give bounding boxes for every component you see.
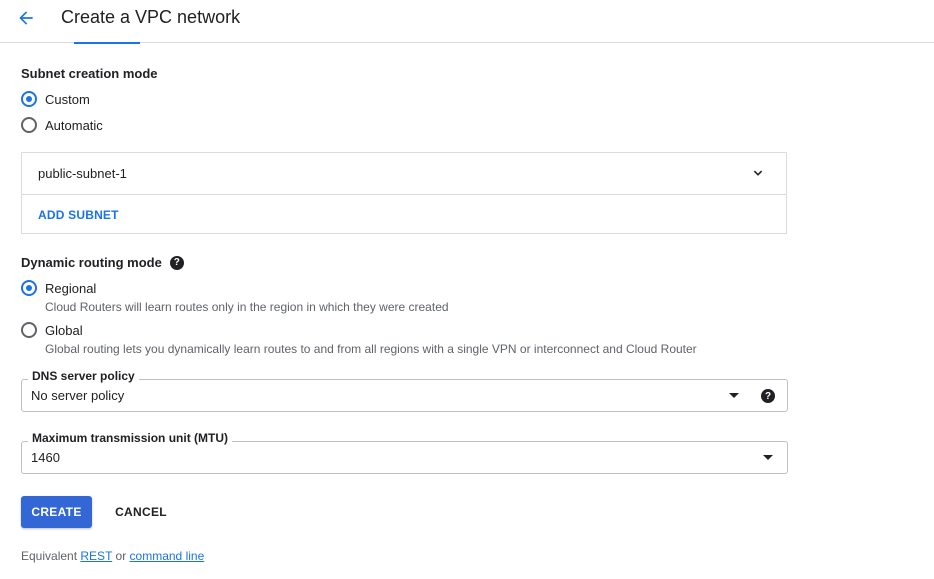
dns-policy-label: DNS server policy: [28, 369, 139, 383]
top-bar: Create a VPC network: [0, 0, 934, 43]
subnet-name: public-subnet-1: [38, 166, 127, 181]
arrow-back-icon: [19, 11, 33, 25]
rest-link[interactable]: REST: [80, 549, 112, 563]
page-title: Create a VPC network: [61, 7, 241, 27]
equivalent-footer: Equivalent REST or command line: [21, 549, 204, 563]
radio-global-label: Global: [45, 322, 83, 338]
radio-button-checked[interactable]: [21, 280, 37, 296]
cancel-button[interactable]: CANCEL: [106, 496, 176, 528]
radio-regional-label: Regional: [45, 280, 97, 296]
footer-or: or: [115, 549, 127, 563]
footer-prefix: Equivalent: [21, 549, 78, 563]
dns-policy-select[interactable]: DNS server policy No server policy ?: [21, 369, 788, 412]
command-line-link[interactable]: command line: [130, 549, 205, 563]
radio-custom[interactable]: Custom: [21, 91, 90, 107]
back-button[interactable]: [12, 5, 40, 31]
radio-button-checked[interactable]: [21, 91, 37, 107]
regional-description: Cloud Routers will learn routes only in …: [45, 300, 449, 314]
help-circle-icon[interactable]: ?: [169, 255, 184, 270]
radio-button-unchecked[interactable]: [21, 117, 37, 133]
radio-automatic-label: Automatic: [45, 117, 103, 133]
mtu-select[interactable]: Maximum transmission unit (MTU) 1460: [21, 431, 788, 474]
help-circle-icon[interactable]: ?: [761, 389, 775, 403]
create-button[interactable]: CREATE: [21, 496, 92, 528]
mtu-value: 1460: [31, 450, 60, 465]
add-subnet-button[interactable]: ADD SUBNET: [38, 208, 119, 222]
routing-mode-label: Dynamic routing mode: [21, 255, 162, 270]
dropdown-arrow-icon[interactable]: [763, 455, 773, 460]
radio-custom-label: Custom: [45, 91, 90, 107]
dropdown-arrow-icon[interactable]: [729, 393, 739, 398]
subnet-row[interactable]: public-subnet-1: [22, 153, 786, 195]
radio-regional[interactable]: Regional: [21, 280, 96, 296]
radio-automatic[interactable]: Automatic: [21, 117, 103, 133]
radio-global[interactable]: Global: [21, 322, 83, 338]
chevron-down-icon[interactable]: [750, 165, 766, 181]
radio-button-unchecked[interactable]: [21, 322, 37, 338]
subnet-list: public-subnet-1 ADD SUBNET: [21, 152, 787, 234]
global-description: Global routing lets you dynamically lear…: [45, 342, 697, 356]
routing-mode-section: Dynamic routing mode ?: [21, 255, 184, 270]
dns-policy-value: No server policy: [31, 388, 125, 403]
mtu-label: Maximum transmission unit (MTU): [28, 431, 233, 445]
active-tab-indicator: [74, 42, 140, 44]
subnet-mode-label: Subnet creation mode: [21, 66, 158, 81]
